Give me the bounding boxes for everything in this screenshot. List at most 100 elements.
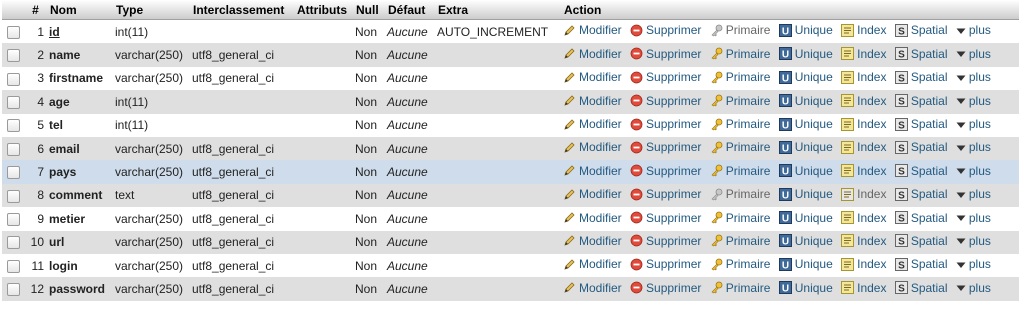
index-action[interactable]: Index <box>841 281 886 295</box>
unique-action[interactable]: U Unique <box>778 164 833 178</box>
unique-action[interactable]: U Unique <box>778 257 833 271</box>
primary-action[interactable]: Primaire <box>710 257 770 271</box>
delete-action[interactable]: Supprimer <box>630 140 701 154</box>
unique-action[interactable]: U Unique <box>778 187 833 201</box>
index-action[interactable]: Index <box>841 234 886 248</box>
row-checkbox[interactable] <box>7 166 20 180</box>
spatial-action[interactable]: S Spatial <box>894 187 948 201</box>
row-checkbox[interactable] <box>7 283 20 297</box>
primary-action[interactable]: Primaire <box>710 281 770 295</box>
spatial-action[interactable]: S Spatial <box>894 47 948 61</box>
row-checkbox[interactable] <box>7 96 20 110</box>
more-action[interactable]: plus <box>956 234 991 248</box>
edit-action[interactable]: Modifier <box>563 70 622 84</box>
header-name[interactable]: Nom <box>47 0 113 20</box>
primary-action[interactable]: Primaire <box>710 47 770 61</box>
unique-action[interactable]: U Unique <box>778 47 833 61</box>
primary-action[interactable]: Primaire <box>710 23 770 37</box>
header-default[interactable]: Défaut <box>385 0 435 20</box>
row-checkbox[interactable] <box>7 142 20 156</box>
index-action[interactable]: Index <box>841 211 886 225</box>
unique-action[interactable]: U Unique <box>778 117 833 131</box>
spatial-action[interactable]: S Spatial <box>894 164 948 178</box>
row-checkbox[interactable] <box>7 259 20 273</box>
edit-action[interactable]: Modifier <box>563 23 622 37</box>
header-type[interactable]: Type <box>113 0 190 20</box>
spatial-action[interactable]: S Spatial <box>894 70 948 84</box>
spatial-action[interactable]: S Spatial <box>894 257 948 271</box>
index-action[interactable]: Index <box>841 47 886 61</box>
unique-action[interactable]: U Unique <box>778 140 833 154</box>
index-action[interactable]: Index <box>841 257 886 271</box>
delete-action[interactable]: Supprimer <box>630 23 701 37</box>
spatial-action[interactable]: S Spatial <box>894 117 948 131</box>
unique-action[interactable]: U Unique <box>778 281 833 295</box>
delete-action[interactable]: Supprimer <box>630 164 701 178</box>
index-action[interactable]: Index <box>841 23 886 37</box>
more-action[interactable]: plus <box>956 140 991 154</box>
primary-action[interactable]: Primaire <box>710 70 770 84</box>
edit-action[interactable]: Modifier <box>563 211 622 225</box>
unique-action[interactable]: U Unique <box>778 211 833 225</box>
row-checkbox[interactable] <box>7 119 20 133</box>
more-action[interactable]: plus <box>956 257 991 271</box>
index-action[interactable]: Index <box>841 187 886 201</box>
row-checkbox[interactable] <box>7 25 20 39</box>
delete-action[interactable]: Supprimer <box>630 234 701 248</box>
unique-action[interactable]: U Unique <box>778 94 833 108</box>
delete-action[interactable]: Supprimer <box>630 47 701 61</box>
spatial-action[interactable]: S Spatial <box>894 23 948 37</box>
primary-action[interactable]: Primaire <box>710 164 770 178</box>
more-action[interactable]: plus <box>956 187 991 201</box>
edit-action[interactable]: Modifier <box>563 117 622 131</box>
header-collation[interactable]: Interclassement <box>190 0 294 20</box>
unique-action[interactable]: U Unique <box>778 70 833 84</box>
more-action[interactable]: plus <box>956 70 991 84</box>
edit-action[interactable]: Modifier <box>563 234 622 248</box>
more-action[interactable]: plus <box>956 94 991 108</box>
spatial-action[interactable]: S Spatial <box>894 234 948 248</box>
edit-action[interactable]: Modifier <box>563 187 622 201</box>
index-action[interactable]: Index <box>841 117 886 131</box>
delete-action[interactable]: Supprimer <box>630 117 701 131</box>
edit-action[interactable]: Modifier <box>563 257 622 271</box>
header-null[interactable]: Null <box>353 0 385 20</box>
primary-action[interactable]: Primaire <box>710 94 770 108</box>
more-action[interactable]: plus <box>956 117 991 131</box>
index-action[interactable]: Index <box>841 140 886 154</box>
primary-action[interactable]: Primaire <box>710 234 770 248</box>
delete-action[interactable]: Supprimer <box>630 281 701 295</box>
primary-action[interactable]: Primaire <box>710 140 770 154</box>
primary-action[interactable]: Primaire <box>710 187 770 201</box>
spatial-action[interactable]: S Spatial <box>894 140 948 154</box>
more-action[interactable]: plus <box>956 164 991 178</box>
more-action[interactable]: plus <box>956 211 991 225</box>
primary-action[interactable]: Primaire <box>710 117 770 131</box>
index-action[interactable]: Index <box>841 94 886 108</box>
spatial-action[interactable]: S Spatial <box>894 211 948 225</box>
delete-action[interactable]: Supprimer <box>630 70 701 84</box>
index-action[interactable]: Index <box>841 164 886 178</box>
edit-action[interactable]: Modifier <box>563 140 622 154</box>
more-action[interactable]: plus <box>956 23 991 37</box>
delete-action[interactable]: Supprimer <box>630 94 701 108</box>
more-action[interactable]: plus <box>956 47 991 61</box>
spatial-action[interactable]: S Spatial <box>894 281 948 295</box>
delete-action[interactable]: Supprimer <box>630 257 701 271</box>
unique-action[interactable]: U Unique <box>778 234 833 248</box>
row-checkbox[interactable] <box>7 212 20 226</box>
header-attributes[interactable]: Attributs <box>294 0 353 20</box>
edit-action[interactable]: Modifier <box>563 47 622 61</box>
edit-action[interactable]: Modifier <box>563 94 622 108</box>
header-extra[interactable]: Extra <box>435 0 561 20</box>
more-action[interactable]: plus <box>956 281 991 295</box>
row-checkbox[interactable] <box>7 72 20 86</box>
delete-action[interactable]: Supprimer <box>630 187 701 201</box>
row-checkbox[interactable] <box>7 236 20 250</box>
row-checkbox[interactable] <box>7 189 20 203</box>
edit-action[interactable]: Modifier <box>563 164 622 178</box>
delete-action[interactable]: Supprimer <box>630 211 701 225</box>
spatial-action[interactable]: S Spatial <box>894 94 948 108</box>
index-action[interactable]: Index <box>841 70 886 84</box>
edit-action[interactable]: Modifier <box>563 281 622 295</box>
